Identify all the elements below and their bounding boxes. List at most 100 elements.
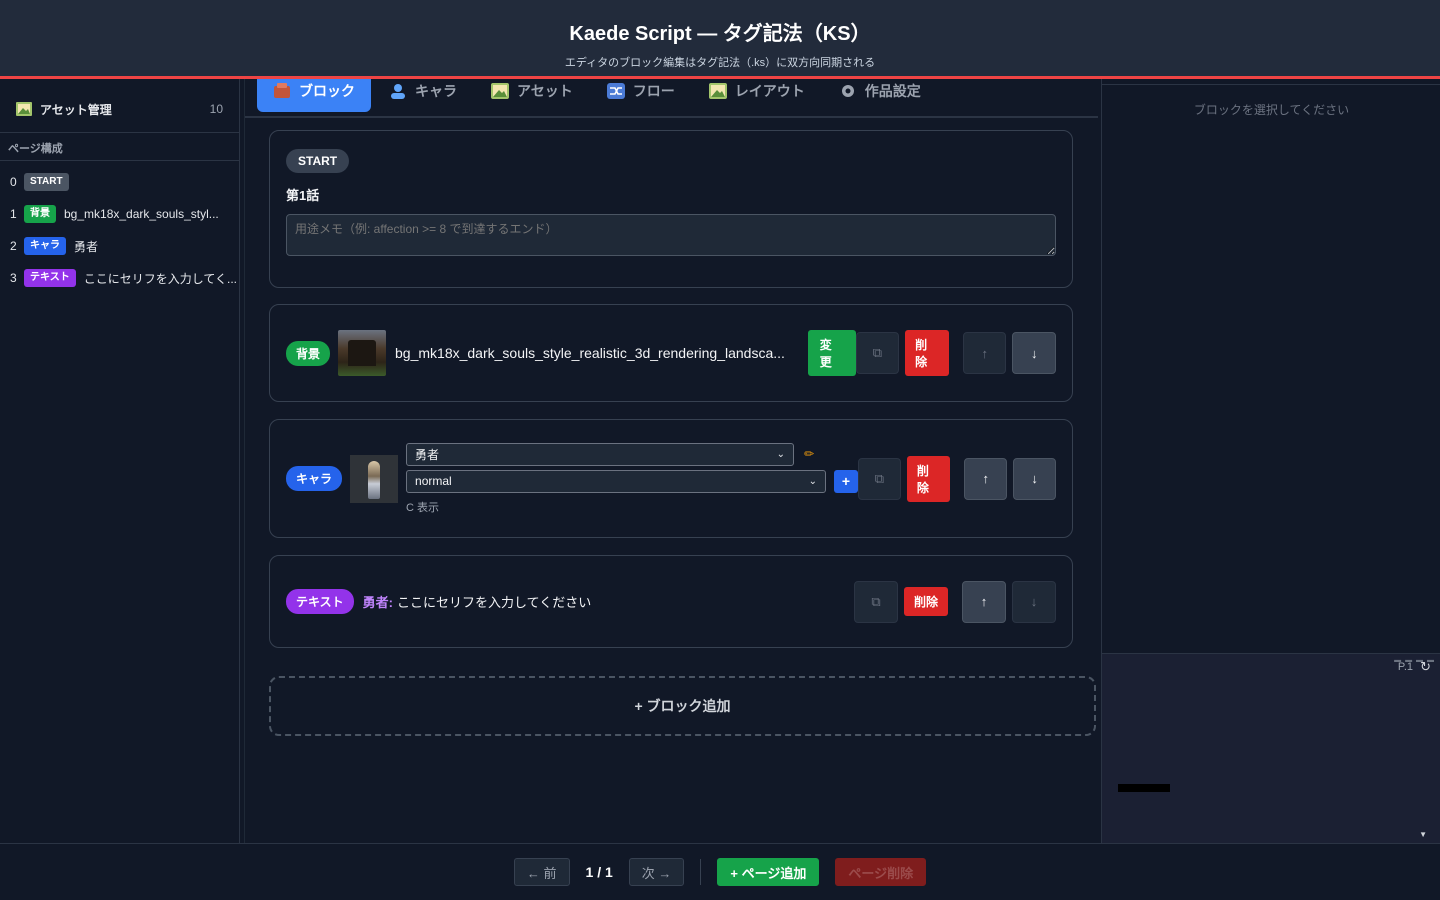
gear-icon <box>841 85 854 97</box>
tab-label: キャラ <box>415 83 457 99</box>
expression-select[interactable]: normal ⌄ <box>406 469 827 493</box>
select-value: 勇者 <box>415 447 440 462</box>
arrow-up-icon: ↑ <box>981 345 988 361</box>
block-actions: ⧉ 削除 ↑ ↓ <box>858 455 1057 502</box>
move-up-button[interactable]: ↑ <box>962 332 1007 374</box>
page-subtitle: エディタのブロック編集はタグ記法（.ks）に双方向同期される <box>564 57 876 69</box>
chevron-down-icon: ⌄ <box>808 475 818 487</box>
tab-label: アセット <box>517 83 573 99</box>
chara-thumbnail <box>350 454 399 503</box>
move-up-button[interactable]: ↑ <box>962 580 1006 623</box>
chara-tag: キャラ <box>24 237 66 255</box>
next-page-button[interactable]: 次 → <box>628 858 685 886</box>
move-up-button[interactable]: ↑ <box>964 457 1008 500</box>
user-icon <box>391 84 405 99</box>
arrow-down-icon: ↓ <box>1030 594 1038 609</box>
add-block-button[interactable]: + ブロック追加 <box>269 676 1096 736</box>
page-counter: 1 / 1 <box>585 864 613 880</box>
start-block: START 第1話 <box>269 130 1073 288</box>
refresh-icon[interactable]: ↻ <box>1420 659 1431 675</box>
text-tag: テキスト <box>24 269 76 287</box>
page-index: 3 <box>10 271 17 285</box>
preview-panel: ▬ ▬ ▬ ▬ P.1 ↻ ▼ <box>1102 653 1440 843</box>
page-row-start[interactable]: 0 START <box>0 166 239 198</box>
start-tag: START <box>24 173 69 191</box>
page-row-chara[interactable]: 2 キャラ 勇者 <box>0 230 239 262</box>
block-actions: ⧉ 削除 ↑ ↓ <box>855 330 1057 376</box>
bg-tag: 背景 <box>286 340 331 366</box>
tab-label: フロー <box>632 83 675 99</box>
bg-thumbnail <box>338 330 387 376</box>
page-label: ここにセリフを入力してく... <box>83 271 237 286</box>
pencil-icon[interactable]: ✏ <box>804 447 814 461</box>
layout-icon <box>708 83 727 99</box>
block-icon <box>274 83 290 98</box>
page-list: 0 START 1 背景 bg_mk18x_dark_souls_styl...… <box>0 166 239 294</box>
copy-icon: ⧉ <box>871 593 881 609</box>
block-editor: ブロック キャラ アセット フロー レイアウト 作品設定 START 第1話 用… <box>244 0 1098 843</box>
page-label: bg_mk18x_dark_souls_styl... <box>64 207 219 221</box>
copy-button[interactable]: ⧉ <box>855 332 900 374</box>
delete-page-button[interactable]: ページ削除 <box>835 858 927 886</box>
image-icon <box>491 83 509 99</box>
chara-display-label: C 表示 <box>406 501 440 514</box>
delete-button[interactable]: 削除 <box>905 330 949 376</box>
delete-button[interactable]: 削除 <box>903 587 948 616</box>
page-index: 1 <box>10 207 17 221</box>
speaker-name: 勇者: <box>362 595 393 610</box>
move-down-button[interactable]: ↓ <box>1013 457 1057 500</box>
preview-textbox <box>1118 784 1170 792</box>
copy-button[interactable]: ⧉ <box>858 457 901 500</box>
arrow-up-icon: ↑ <box>980 594 988 609</box>
tab-label: レイアウト <box>734 83 805 99</box>
chara-name-select[interactable]: 勇者 ⌄ <box>406 442 795 466</box>
app-root: アセット管理 10 ページ構成 0 START 1 背景 bg_mk18x_da… <box>0 0 1440 900</box>
chara-tag: キャラ <box>286 466 343 491</box>
select-value: normal <box>415 474 452 488</box>
sidebar: アセット管理 10 ページ構成 0 START 1 背景 bg_mk18x_da… <box>0 0 240 843</box>
add-expression-button[interactable]: + <box>834 469 859 493</box>
bg-filename: bg_mk18x_dark_souls_style_realistic_3d_r… <box>395 345 785 361</box>
memo-textarea[interactable] <box>286 214 1056 256</box>
right-panel: ブロックを選択してください ▬ ▬ ▬ ▬ P.1 ↻ ▼ <box>1101 0 1440 843</box>
footer-divider <box>700 859 702 885</box>
asset-count: 10 <box>209 102 223 116</box>
chara-expr-row: normal ⌄ + <box>406 466 859 493</box>
change-button[interactable]: 変更 <box>807 330 856 376</box>
delete-button[interactable]: 削除 <box>906 455 951 502</box>
page-footer: ← 前 1 / 1 次 → + ページ追加 ページ削除 <box>0 843 1440 900</box>
chara-name-row: 勇者 ⌄ ✏ <box>406 442 858 466</box>
prev-page-button[interactable]: ← 前 <box>513 858 570 886</box>
chara-fields: 勇者 ⌄ ✏ normal ⌄ + C 表示 <box>406 442 859 515</box>
bg-block: 背景 bg_mk18x_dark_souls_style_realistic_3… <box>269 304 1073 402</box>
tab-label: ブロック <box>299 83 355 99</box>
move-down-button[interactable]: ↓ <box>1012 332 1057 374</box>
copy-icon: ⧉ <box>874 470 885 486</box>
chevron-down-icon: ⌄ <box>776 448 786 460</box>
dialogue-line[interactable]: ここにセリフを入力してください <box>397 592 591 611</box>
copy-button[interactable]: ⧉ <box>853 580 898 623</box>
page-index: 2 <box>10 239 17 253</box>
page-index: 0 <box>10 175 17 189</box>
arrow-down-icon: ↓ <box>1030 345 1038 361</box>
page-row-bg[interactable]: 1 背景 bg_mk18x_dark_souls_styl... <box>0 198 239 230</box>
arrow-down-icon: ↓ <box>1031 471 1038 486</box>
text-tag: テキスト <box>286 589 354 614</box>
sidebar-item-label: アセット管理 <box>40 102 112 117</box>
copy-icon: ⧉ <box>872 345 883 360</box>
preview-page-label: P.1 <box>1397 661 1413 673</box>
tab-label: 作品設定 <box>864 83 921 99</box>
sidebar-item-assets[interactable]: アセット管理 10 <box>0 94 239 124</box>
add-page-button[interactable]: + ページ追加 <box>717 858 820 886</box>
page-row-text[interactable]: 3 テキスト ここにセリフを入力してく... <box>0 262 239 294</box>
title-banner: Kaede Script — タグ記法（KS） エディタのブロック編集はタグ記法… <box>0 0 1440 79</box>
episode-title: 第1話 <box>286 188 320 203</box>
move-down-button[interactable]: ↓ <box>1012 580 1056 623</box>
inspector-hint: ブロックを選択してください <box>1193 103 1350 117</box>
image-icon <box>16 102 32 116</box>
caret-down-icon[interactable]: ▼ <box>1419 830 1427 839</box>
start-badge: START <box>286 149 350 173</box>
arrow-up-icon: ↑ <box>982 471 989 486</box>
page-structure-heading: ページ構成 <box>0 132 239 161</box>
page-label: 勇者 <box>74 239 99 254</box>
